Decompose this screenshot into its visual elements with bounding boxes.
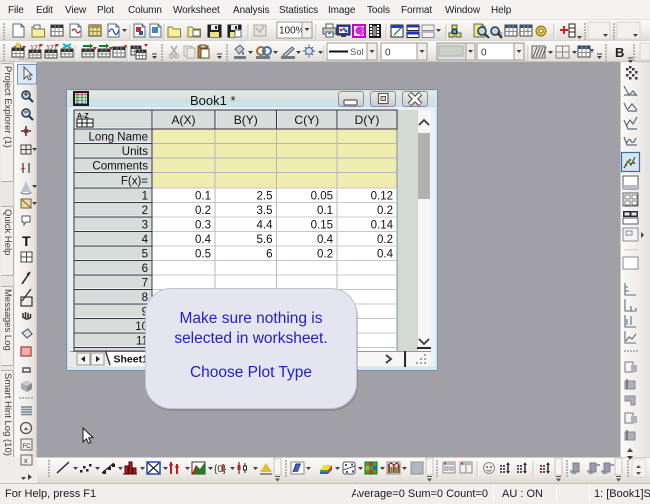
- svg-text:k: k: [499, 31, 503, 38]
- svg-text:FC: FC: [23, 444, 32, 450]
- svg-text:x: x: [24, 458, 28, 465]
- svg-text:Sol: Sol: [350, 47, 364, 58]
- svg-text:0: 0: [481, 48, 487, 59]
- svg-text:{0}: {0}: [214, 464, 227, 475]
- svg-text:B: B: [615, 45, 624, 60]
- svg-text:0: 0: [385, 48, 391, 59]
- svg-text:100%: 100%: [279, 26, 305, 37]
- svg-text:T: T: [22, 233, 31, 249]
